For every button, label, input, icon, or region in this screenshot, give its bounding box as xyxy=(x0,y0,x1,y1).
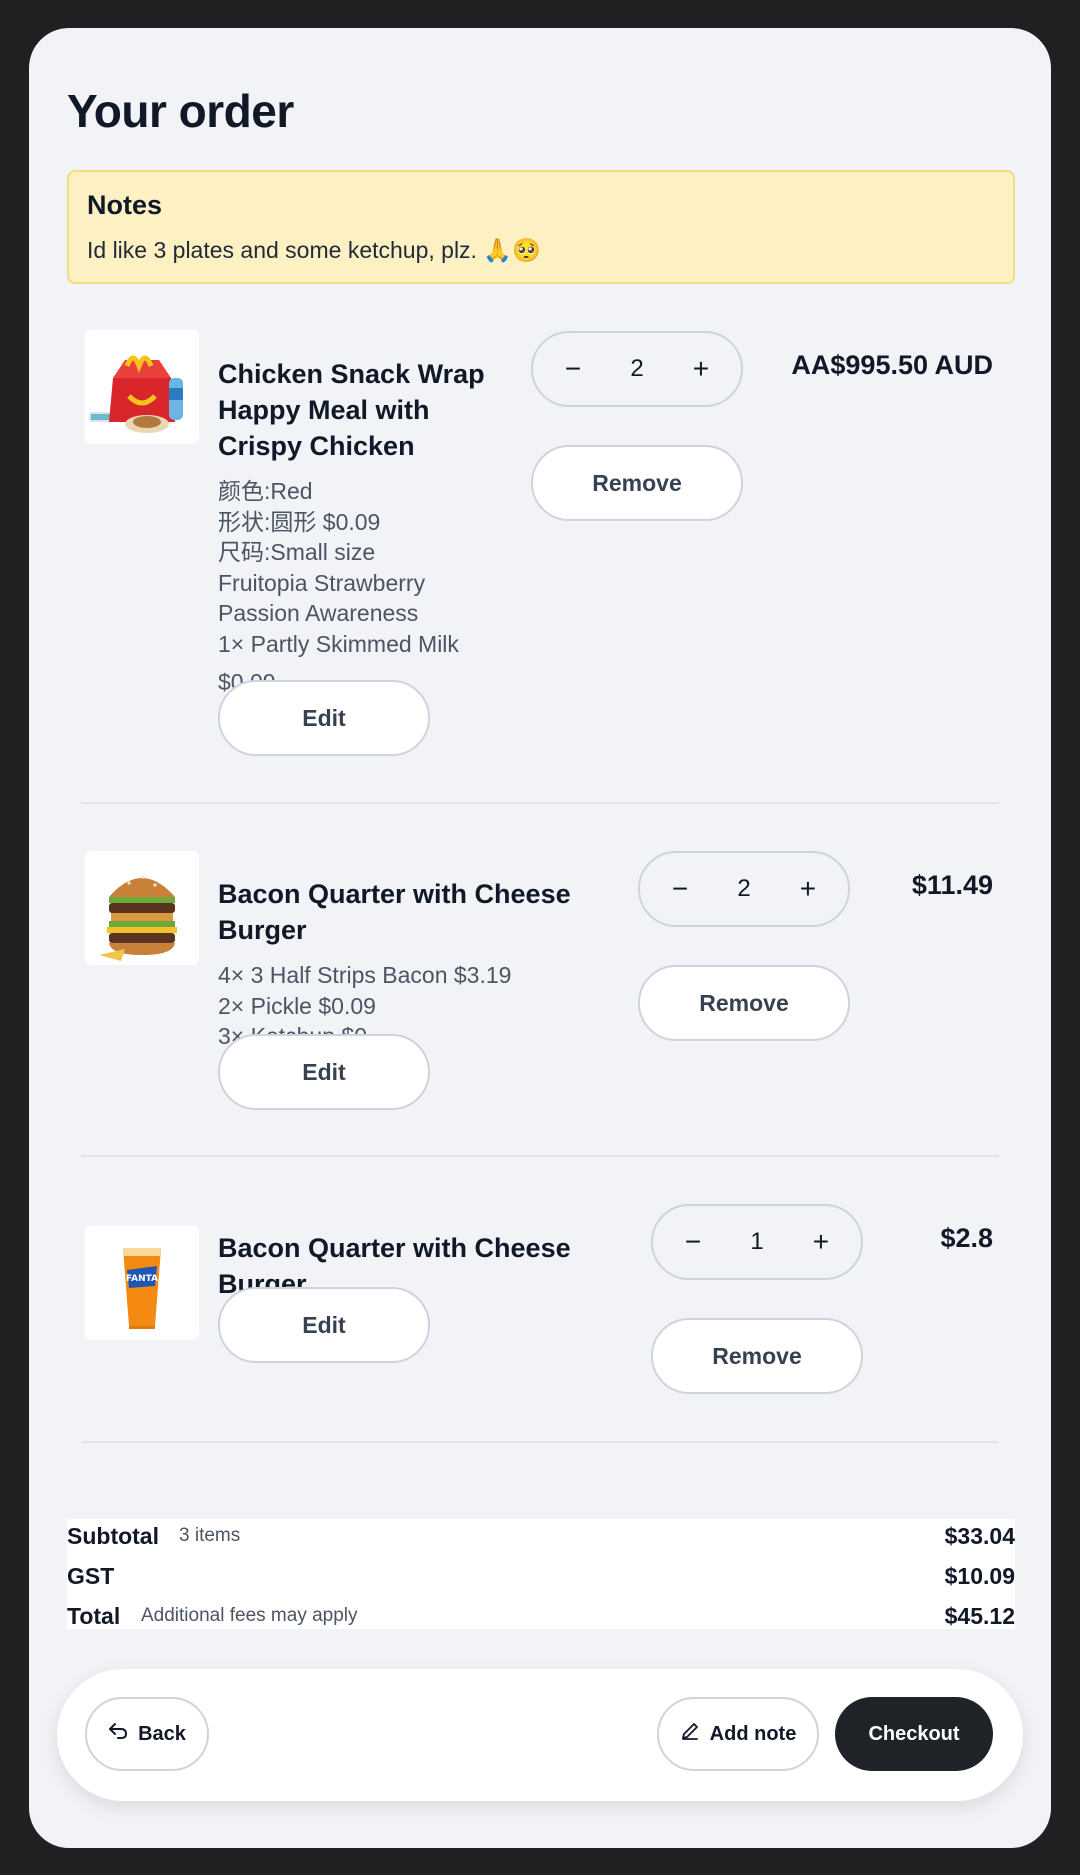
screen: Your order Notes Id like 3 plates and so… xyxy=(29,28,1051,1848)
total-value: $45.12 xyxy=(944,1603,1015,1629)
gst-label: GST xyxy=(67,1563,115,1589)
item-name-line: Chicken Snack Wrap xyxy=(218,359,485,389)
option-line: 2× Pickle $0.09 xyxy=(218,992,376,1019)
item-name-line: Burger xyxy=(218,915,307,945)
item-name-line: Bacon Quarter with Cheese xyxy=(218,879,571,909)
happy-meal-image xyxy=(85,330,199,444)
quantity-stepper: − 1 + xyxy=(651,1204,863,1280)
back-arrow-icon xyxy=(108,1722,128,1746)
edit-button[interactable]: Edit xyxy=(218,680,430,756)
line-price: AA$995.50 AUD xyxy=(791,350,993,380)
item-options: 颜色:Red 形状:圆形 $0.09 尺码:Small size Fruitop… xyxy=(218,476,459,659)
option-line: 4× 3 Half Strips Bacon $3.19 xyxy=(218,962,512,988)
increment-button[interactable]: + xyxy=(689,353,713,385)
decrement-button[interactable]: − xyxy=(561,353,585,385)
divider xyxy=(81,1155,999,1157)
divider xyxy=(81,1441,999,1443)
item-name: Chicken Snack Wrap Happy Meal with Crisp… xyxy=(218,356,485,464)
add-note-label: Add note xyxy=(709,1722,797,1745)
pencil-icon xyxy=(680,1721,700,1747)
item-name-line: Happy Meal with xyxy=(218,395,430,425)
gst-row: GST $10.09 xyxy=(67,1559,1015,1599)
fanta-drink-image: FANTA xyxy=(85,1226,199,1340)
increment-button[interactable]: + xyxy=(809,1226,833,1258)
page-title: Your order xyxy=(67,85,294,137)
back-button[interactable]: Back xyxy=(85,1697,209,1771)
order-summary: Subtotal 3 items $33.04 GST $10.09 Total… xyxy=(67,1519,1015,1629)
device-frame: Your order Notes Id like 3 plates and so… xyxy=(0,0,1080,1875)
remove-label: Remove xyxy=(592,469,682,496)
gst-value: $10.09 xyxy=(944,1563,1015,1589)
decrement-button[interactable]: − xyxy=(668,873,692,905)
quantity-value: 2 xyxy=(737,875,751,902)
edit-label: Edit xyxy=(302,1058,346,1085)
item-name-line: Crispy Chicken xyxy=(218,431,415,461)
subtotal-label: Subtotal xyxy=(67,1523,159,1549)
remove-button[interactable]: Remove xyxy=(651,1318,863,1394)
quantity-value: 2 xyxy=(630,355,644,382)
item-name-line: Bacon Quarter with Cheese xyxy=(218,1233,571,1263)
line-price: $2.8 xyxy=(940,1223,993,1253)
remove-label: Remove xyxy=(699,989,789,1016)
checkout-button[interactable]: Checkout xyxy=(835,1697,993,1771)
subtotal-value: $33.04 xyxy=(944,1523,1015,1549)
edit-button[interactable]: Edit xyxy=(218,1034,430,1110)
add-note-button[interactable]: Add note xyxy=(657,1697,819,1771)
svg-text:FANTA: FANTA xyxy=(126,1274,158,1284)
edit-label: Edit xyxy=(302,704,346,731)
bottom-action-bar: Back Add note Checkout xyxy=(57,1669,1023,1801)
option-line: 颜色:Red xyxy=(218,478,313,504)
option-line: 1× Partly Skimmed Milk xyxy=(218,630,459,657)
quantity-stepper: − 2 + xyxy=(638,851,850,927)
checkout-label: Checkout xyxy=(868,1722,960,1745)
remove-label: Remove xyxy=(712,1342,802,1369)
notes-title: Notes xyxy=(87,190,163,220)
quantity-stepper: − 2 + xyxy=(531,331,743,407)
burger-image xyxy=(85,851,199,965)
notes-panel: Notes Id like 3 plates and some ketchup,… xyxy=(67,170,1015,284)
quantity-value: 1 xyxy=(750,1228,764,1255)
remove-button[interactable]: Remove xyxy=(531,445,743,521)
back-label: Back xyxy=(138,1722,186,1745)
notes-text: Id like 3 plates and some ketchup, plz. … xyxy=(87,237,541,263)
edit-label: Edit xyxy=(302,1311,346,1338)
total-label: Total xyxy=(67,1603,121,1629)
option-line: Fruitopia Strawberry xyxy=(218,569,426,596)
total-note: Additional fees may apply xyxy=(141,1605,358,1626)
edit-button[interactable]: Edit xyxy=(218,1287,430,1363)
option-line: 尺码:Small size xyxy=(218,539,376,565)
subtotal-row: Subtotal 3 items $33.04 xyxy=(67,1519,1015,1559)
divider xyxy=(81,802,999,804)
subtotal-count: 3 items xyxy=(179,1525,241,1546)
increment-button[interactable]: + xyxy=(796,873,820,905)
option-line: 形状:圆形 $0.09 xyxy=(218,508,381,535)
item-name: Bacon Quarter with Cheese Burger xyxy=(218,876,571,948)
decrement-button[interactable]: − xyxy=(681,1226,705,1258)
total-row: Total Additional fees may apply $45.12 xyxy=(67,1599,1015,1639)
remove-button[interactable]: Remove xyxy=(638,965,850,1041)
option-line: Passion Awareness xyxy=(218,600,419,626)
line-price: $11.49 xyxy=(911,870,993,900)
